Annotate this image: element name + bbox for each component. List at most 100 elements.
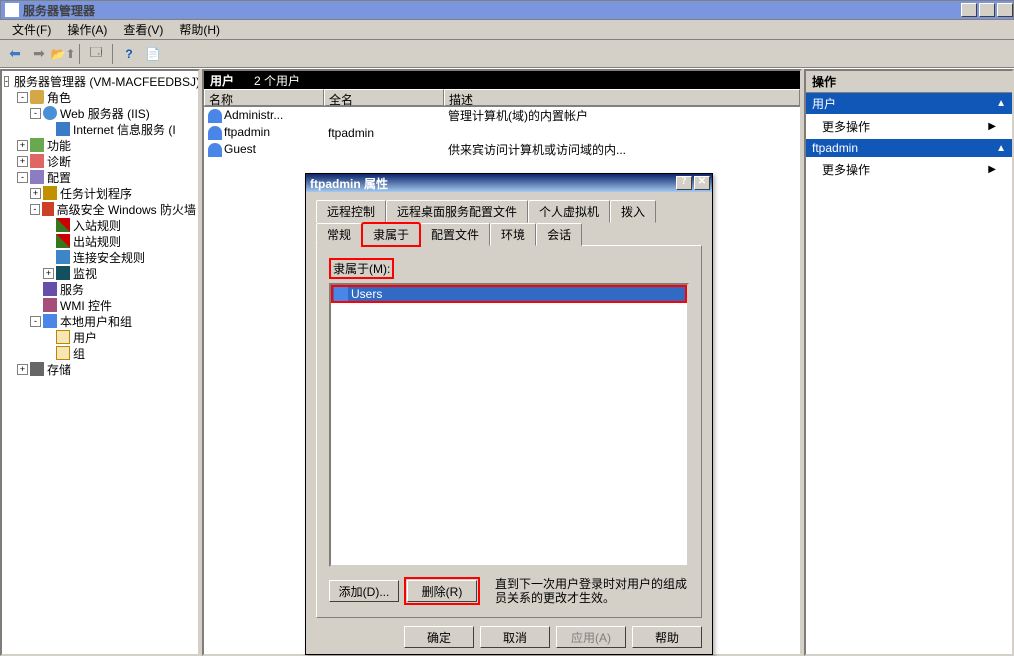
list-header: 用户 2 个用户 xyxy=(204,71,800,89)
add-button[interactable]: 添加(D)... xyxy=(329,580,399,602)
tab-environment[interactable]: 环境 xyxy=(490,223,536,246)
tree-outbound[interactable]: 出站规则 xyxy=(4,233,196,249)
tree-services[interactable]: 服务 xyxy=(4,281,196,297)
tab-remote-control[interactable]: 远程控制 xyxy=(316,200,386,223)
main-titlebar: 服务器管理器 _ □ ✕ xyxy=(0,0,1014,20)
nav-up-button[interactable]: 📂 xyxy=(52,43,74,65)
maximize-button[interactable]: □ xyxy=(979,3,995,17)
tree-web[interactable]: -Web 服务器 (IIS) xyxy=(4,105,196,121)
folder-icon xyxy=(56,330,70,344)
dialog-buttons: 确定 取消 应用(A) 帮助 xyxy=(316,626,702,648)
actions-more-ftpadmin[interactable]: 更多操作 ▶ xyxy=(806,157,1012,182)
services-icon xyxy=(43,282,57,296)
help-button[interactable]: ? xyxy=(118,43,140,65)
groups-listbox[interactable]: Users xyxy=(329,283,689,567)
minimize-button[interactable]: _ xyxy=(961,3,977,17)
list-columns: 名称 全名 描述 xyxy=(204,89,800,107)
menubar: 文件(F) 操作(A) 查看(V) 帮助(H) xyxy=(0,20,1014,40)
tab-content: 隶属于(M): Users 添加(D)... 删除(R) 直到下一次用户登录时对… xyxy=(316,245,702,618)
collapse-up-icon: ▲ xyxy=(996,98,1006,109)
dialog-tabs: 远程控制 远程桌面服务配置文件 个人虚拟机 拨入 常规 隶属于 配置文件 环境 … xyxy=(316,200,702,246)
collapse-icon[interactable]: - xyxy=(17,92,28,103)
col-fullname[interactable]: 全名 xyxy=(324,89,444,106)
diagnostics-icon xyxy=(30,154,44,168)
refresh-button[interactable]: 📄 xyxy=(142,43,164,65)
dialog-close-button[interactable]: ✕ xyxy=(694,176,710,190)
tree-roles[interactable]: -角色 xyxy=(4,89,196,105)
collapse-icon[interactable]: - xyxy=(17,172,28,183)
submenu-icon: ▶ xyxy=(988,121,996,132)
tree-firewall[interactable]: -高级安全 Windows 防火墙 xyxy=(4,201,196,217)
group-item-users[interactable]: Users xyxy=(332,286,686,302)
menu-file[interactable]: 文件(F) xyxy=(4,19,59,40)
tree-monitor[interactable]: +监视 xyxy=(4,265,196,281)
list-row[interactable]: Administr... 管理计算机(域)的内置帐户 xyxy=(204,107,800,124)
collapse-icon[interactable]: - xyxy=(4,76,9,87)
tab-profile[interactable]: 配置文件 xyxy=(420,223,490,246)
actions-more-users[interactable]: 更多操作 ▶ xyxy=(806,114,1012,139)
tree-task-scheduler[interactable]: +任务计划程序 xyxy=(4,185,196,201)
nav-forward-button[interactable] xyxy=(28,43,50,65)
storage-icon xyxy=(30,362,44,376)
menu-view[interactable]: 查看(V) xyxy=(115,19,171,40)
tree-wmi[interactable]: WMI 控件 xyxy=(4,297,196,313)
list-row[interactable]: ftpadmin ftpadmin xyxy=(204,124,800,141)
list-row[interactable]: Guest 供来宾访问计算机或访问域的内... xyxy=(204,141,800,158)
actions-section-users[interactable]: 用户 ▲ xyxy=(806,93,1012,114)
tree-diagnostics[interactable]: +诊断 xyxy=(4,153,196,169)
tree-local-ug[interactable]: -本地用户和组 xyxy=(4,313,196,329)
expand-icon[interactable]: + xyxy=(17,140,28,151)
dialog-help-button[interactable]: ? xyxy=(676,176,692,190)
menu-help[interactable]: 帮助(H) xyxy=(171,19,228,40)
collapse-icon[interactable]: - xyxy=(30,316,41,327)
tree-users[interactable]: 用户 xyxy=(4,329,196,345)
expand-icon[interactable]: + xyxy=(30,188,41,199)
col-name[interactable]: 名称 xyxy=(204,89,324,106)
dialog-titlebar: ftpadmin 属性 ? ✕ xyxy=(306,174,712,192)
wmi-icon xyxy=(43,298,57,312)
tree-features[interactable]: +功能 xyxy=(4,137,196,153)
toolbar-separator xyxy=(79,44,80,64)
sheet-icon: 📄 xyxy=(146,47,161,61)
tree-storage[interactable]: +存储 xyxy=(4,361,196,377)
user-icon xyxy=(208,126,222,140)
dialog-title: ftpadmin 属性 xyxy=(310,175,676,192)
tab-dialin[interactable]: 拨入 xyxy=(610,200,656,223)
collapse-icon[interactable]: - xyxy=(30,108,41,119)
toolbar-separator xyxy=(112,44,113,64)
nav-back-button[interactable] xyxy=(4,43,26,65)
tab-general[interactable]: 常规 xyxy=(316,223,362,246)
task-icon xyxy=(43,186,57,200)
col-desc[interactable]: 描述 xyxy=(444,89,800,106)
help-button[interactable]: 帮助 xyxy=(632,626,702,648)
collapse-icon[interactable]: - xyxy=(30,204,40,215)
user-icon xyxy=(208,109,222,123)
tree-groups[interactable]: 组 xyxy=(4,345,196,361)
toolbar: 📂 🗔 ? 📄 xyxy=(0,40,1014,68)
menu-action[interactable]: 操作(A) xyxy=(59,19,115,40)
tree-connsec[interactable]: 连接安全规则 xyxy=(4,249,196,265)
cancel-button[interactable]: 取消 xyxy=(480,626,550,648)
firewall-icon xyxy=(42,202,54,216)
tab-memberof[interactable]: 隶属于 xyxy=(362,223,420,246)
roles-icon xyxy=(30,90,44,104)
inbound-icon xyxy=(56,218,70,232)
tree-iis[interactable]: Internet 信息服务 (I xyxy=(4,121,196,137)
iis-icon xyxy=(56,122,70,136)
tab-rds-profile[interactable]: 远程桌面服务配置文件 xyxy=(386,200,528,223)
user-icon xyxy=(208,143,222,157)
tab-personal-vm[interactable]: 个人虚拟机 xyxy=(528,200,610,223)
expand-icon[interactable]: + xyxy=(43,268,54,279)
close-button[interactable]: ✕ xyxy=(997,3,1013,17)
tree-configuration[interactable]: -配置 xyxy=(4,169,196,185)
tree-inbound[interactable]: 入站规则 xyxy=(4,217,196,233)
tab-session[interactable]: 会话 xyxy=(536,223,582,246)
expand-icon[interactable]: + xyxy=(17,364,28,375)
ok-button[interactable]: 确定 xyxy=(404,626,474,648)
expand-icon[interactable]: + xyxy=(17,156,28,167)
tree-root[interactable]: -服务器管理器 (VM-MACFEEDBSJ) xyxy=(4,73,196,89)
actions-section-ftpadmin[interactable]: ftpadmin ▲ xyxy=(806,139,1012,157)
remove-button[interactable]: 删除(R) xyxy=(407,580,477,602)
show-hide-button[interactable]: 🗔 xyxy=(85,43,107,65)
apply-button[interactable]: 应用(A) xyxy=(556,626,626,648)
